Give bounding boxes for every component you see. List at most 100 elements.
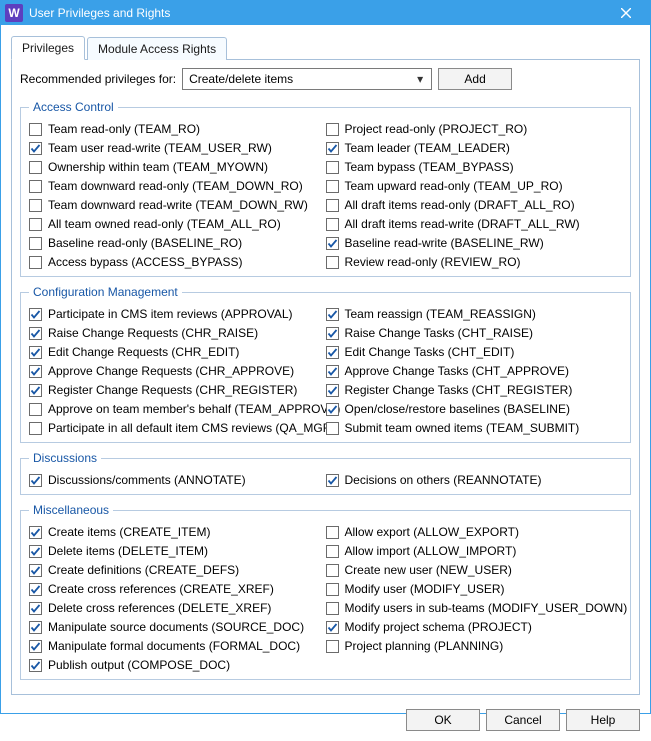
privilege-checkbox[interactable]: Register Change Requests (CHR_REGISTER) [29,381,326,400]
privilege-checkbox[interactable]: Project read-only (PROJECT_RO) [326,120,623,139]
privilege-label: Team downward read-only (TEAM_DOWN_RO) [48,177,303,196]
privilege-checkbox[interactable]: Participate in CMS item reviews (APPROVA… [29,305,326,324]
privilege-label: All draft items read-write (DRAFT_ALL_RW… [345,215,580,234]
privilege-checkbox[interactable]: Team bypass (TEAM_BYPASS) [326,158,623,177]
checkbox-box [29,218,42,231]
privilege-checkbox[interactable]: All draft items read-write (DRAFT_ALL_RW… [326,215,623,234]
privilege-checkbox[interactable]: Team read-only (TEAM_RO) [29,120,326,139]
checkbox-box [29,583,42,596]
privilege-checkbox[interactable]: Manipulate source documents (SOURCE_DOC) [29,618,326,637]
recommended-combo-text: Create/delete items [189,72,413,86]
checkbox-box [326,218,339,231]
checkbox-box [29,346,42,359]
privilege-checkbox[interactable]: Access bypass (ACCESS_BYPASS) [29,253,326,272]
privilege-checkbox[interactable]: Team reassign (TEAM_REASSIGN) [326,305,623,324]
checkbox-box [326,545,339,558]
privilege-checkbox[interactable]: Create items (CREATE_ITEM) [29,523,326,542]
group-columns: Discussions/comments (ANNOTATE)Decisions… [29,471,622,490]
privilege-checkbox[interactable]: Team downward read-write (TEAM_DOWN_RW) [29,196,326,215]
checkbox-box [326,602,339,615]
tab-privileges[interactable]: Privileges [11,36,85,60]
checkbox-box [29,564,42,577]
privilege-checkbox[interactable]: Delete cross references (DELETE_XREF) [29,599,326,618]
privilege-label: Allow export (ALLOW_EXPORT) [345,523,520,542]
privilege-checkbox[interactable]: Modify project schema (PROJECT) [326,618,623,637]
privilege-label: Edit Change Tasks (CHT_EDIT) [345,343,515,362]
privilege-label: All team owned read-only (TEAM_ALL_RO) [48,215,281,234]
privilege-checkbox[interactable]: Submit team owned items (TEAM_SUBMIT) [326,419,623,438]
group-col-right: Team reassign (TEAM_REASSIGN)Raise Chang… [326,305,623,438]
group-title: Configuration Management [29,285,182,299]
add-button[interactable]: Add [438,68,512,90]
privilege-label: Edit Change Requests (CHR_EDIT) [48,343,239,362]
checkbox-box [326,142,339,155]
privilege-checkbox[interactable]: Discussions/comments (ANNOTATE) [29,471,326,490]
privilege-checkbox[interactable]: Raise Change Requests (CHR_RAISE) [29,324,326,343]
privilege-checkbox[interactable]: Register Change Tasks (CHT_REGISTER) [326,381,623,400]
privilege-label: Register Change Tasks (CHT_REGISTER) [345,381,573,400]
chevron-down-icon: ▾ [413,72,427,86]
privilege-checkbox[interactable]: Team leader (TEAM_LEADER) [326,139,623,158]
privilege-checkbox[interactable]: Baseline read-write (BASELINE_RW) [326,234,623,253]
privilege-checkbox[interactable]: Project planning (PLANNING) [326,637,623,656]
privilege-checkbox[interactable]: Ownership within team (TEAM_MYOWN) [29,158,326,177]
privilege-checkbox[interactable]: Approve on team member's behalf (TEAM_AP… [29,400,326,419]
privilege-checkbox[interactable]: Baseline read-only (BASELINE_RO) [29,234,326,253]
privilege-checkbox[interactable]: Allow export (ALLOW_EXPORT) [326,523,623,542]
privilege-checkbox[interactable]: Raise Change Tasks (CHT_RAISE) [326,324,623,343]
close-icon [621,8,631,18]
privilege-label: Review read-only (REVIEW_RO) [345,253,521,272]
privilege-checkbox[interactable]: Approve Change Requests (CHR_APPROVE) [29,362,326,381]
privilege-checkbox[interactable]: Participate in all default item CMS revi… [29,419,326,438]
checkbox-box [29,403,42,416]
privilege-checkbox[interactable]: Create cross references (CREATE_XREF) [29,580,326,599]
checkbox-box [326,237,339,250]
privilege-label: Ownership within team (TEAM_MYOWN) [48,158,268,177]
checkbox-box [326,621,339,634]
recommended-combo[interactable]: Create/delete items ▾ [182,68,432,90]
privilege-checkbox[interactable]: Review read-only (REVIEW_RO) [326,253,623,272]
privilege-label: Delete cross references (DELETE_XREF) [48,599,271,618]
privilege-checkbox[interactable]: Publish output (COMPOSE_DOC) [29,656,326,675]
privilege-checkbox[interactable]: Modify user (MODIFY_USER) [326,580,623,599]
privilege-checkbox[interactable]: All draft items read-only (DRAFT_ALL_RO) [326,196,623,215]
privilege-checkbox[interactable]: Team downward read-only (TEAM_DOWN_RO) [29,177,326,196]
privilege-label: Team downward read-write (TEAM_DOWN_RW) [48,196,308,215]
privilege-label: Raise Change Tasks (CHT_RAISE) [345,324,534,343]
help-button[interactable]: Help [566,709,640,731]
checkbox-box [29,422,42,435]
group-col-right: Decisions on others (REANNOTATE) [326,471,623,490]
privilege-checkbox[interactable]: Approve Change Tasks (CHT_APPROVE) [326,362,623,381]
checkbox-box [29,180,42,193]
ok-button[interactable]: OK [406,709,480,731]
privilege-checkbox[interactable]: Create definitions (CREATE_DEFS) [29,561,326,580]
dialog-footer: OK Cancel Help [1,701,650,741]
checkbox-box [326,564,339,577]
group-title: Miscellaneous [29,503,113,517]
privilege-label: Modify project schema (PROJECT) [345,618,532,637]
privilege-checkbox[interactable]: Manipulate formal documents (FORMAL_DOC) [29,637,326,656]
privilege-label: Team read-only (TEAM_RO) [48,120,200,139]
privilege-label: Participate in CMS item reviews (APPROVA… [48,305,293,324]
group-col-right: Allow export (ALLOW_EXPORT)Allow import … [326,523,623,675]
close-button[interactable] [608,1,644,25]
checkbox-box [29,602,42,615]
privilege-checkbox[interactable]: All team owned read-only (TEAM_ALL_RO) [29,215,326,234]
privilege-checkbox[interactable]: Delete items (DELETE_ITEM) [29,542,326,561]
tabstrip: PrivilegesModule Access Rights [11,35,640,59]
tab-module-access-rights[interactable]: Module Access Rights [87,37,227,60]
privilege-checkbox[interactable]: Team user read-write (TEAM_USER_RW) [29,139,326,158]
privilege-checkbox[interactable]: Edit Change Requests (CHR_EDIT) [29,343,326,362]
privilege-checkbox[interactable]: Create new user (NEW_USER) [326,561,623,580]
privilege-label: Create cross references (CREATE_XREF) [48,580,274,599]
checkbox-box [29,659,42,672]
privilege-checkbox[interactable]: Allow import (ALLOW_IMPORT) [326,542,623,561]
group-columns: Team read-only (TEAM_RO)Team user read-w… [29,120,622,272]
privilege-checkbox[interactable]: Modify users in sub-teams (MODIFY_USER_D… [326,599,623,618]
privilege-checkbox[interactable]: Team upward read-only (TEAM_UP_RO) [326,177,623,196]
privilege-checkbox[interactable]: Edit Change Tasks (CHT_EDIT) [326,343,623,362]
privilege-checkbox[interactable]: Open/close/restore baselines (BASELINE) [326,400,623,419]
privilege-label: Modify user (MODIFY_USER) [345,580,505,599]
privilege-checkbox[interactable]: Decisions on others (REANNOTATE) [326,471,623,490]
cancel-button[interactable]: Cancel [486,709,560,731]
